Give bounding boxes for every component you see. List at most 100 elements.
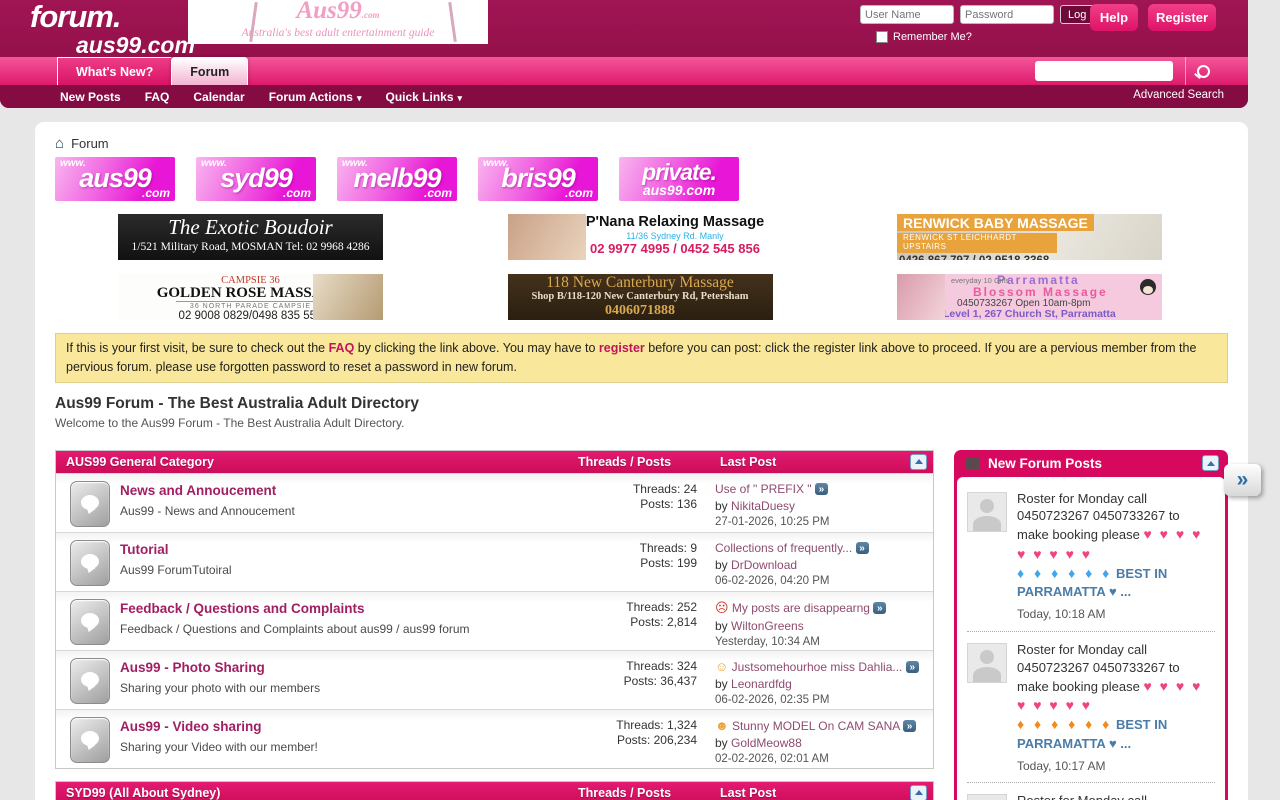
collapse-category-button[interactable]: [910, 454, 927, 470]
breadcrumb-forum-link[interactable]: Forum: [71, 136, 109, 151]
forum-stats: Threads: 324Posts: 36,437: [579, 651, 697, 709]
ad-title: 118 New Canterbury Massage: [508, 274, 773, 291]
forum-title-link[interactable]: Feedback / Questions and Complaints: [120, 601, 365, 616]
column-header-last-post: Last Post: [720, 786, 910, 800]
banner-private-aus99[interactable]: private. aus99.com: [619, 157, 739, 201]
last-post-user-link[interactable]: Leonardfdg: [731, 677, 792, 691]
goto-last-post-icon[interactable]: »: [815, 483, 828, 495]
sidebar-post[interactable]: Roster for Monday call 0450723267 045073…: [967, 783, 1215, 800]
category-syd99: SYD99 (All About Sydney) Threads / Posts…: [55, 781, 934, 800]
tab-whats-new[interactable]: What's New?: [57, 57, 171, 86]
last-post-title-link[interactable]: My posts are disappearng: [732, 601, 870, 615]
ad-title: RENWICK BABY MASSAGE: [897, 214, 1094, 231]
tab-forum[interactable]: Forum: [171, 57, 248, 86]
remember-me-checkbox[interactable]: [876, 31, 888, 43]
collapse-sidebar-button[interactable]: [1202, 455, 1219, 471]
aus99-banner-ad[interactable]: Aus99.com Australia's best adult enterta…: [188, 0, 488, 44]
search-button[interactable]: [1185, 57, 1220, 85]
forum-description: Sharing your photo with our members: [120, 681, 579, 695]
page-title: Aus99 Forum - The Best Australia Adult D…: [55, 395, 1228, 413]
column-header-last-post: Last Post: [720, 455, 910, 469]
by-label: by: [715, 558, 728, 572]
last-post-user-link[interactable]: NikitaDuesy: [731, 499, 795, 513]
site-header: forum. aus99.com Aus99.com Australia's b…: [0, 0, 1248, 108]
forum-description: Feedback / Questions and Complaints abou…: [120, 622, 579, 636]
sidebar-expand-handle[interactable]: »: [1224, 464, 1261, 496]
banner-bris99[interactable]: www. bris99 .com: [478, 157, 598, 201]
post-text: Roster for Monday call 0450723267 045073…: [1017, 793, 1180, 800]
last-post-title-link[interactable]: Justsomehourhoe miss Dahlia...: [732, 660, 903, 674]
chevron-up-icon: [915, 459, 923, 464]
banner-suffix: aus99.com: [619, 182, 739, 198]
ad-address: Level 1, 267 Church St, Parramatta: [943, 309, 1162, 320]
subnav-forum-actions[interactable]: Forum Actions▾: [269, 90, 362, 104]
ad-pnana-massage[interactable]: P'Nana Relaxing Massage 11/36 Sydney Rd.…: [508, 214, 773, 260]
forum-stats: Threads: 9Posts: 199: [579, 533, 697, 591]
ad-address: Shop B/118-120 New Canterbury Rd, Peters…: [508, 291, 773, 303]
ad-title: P'Nana Relaxing Massage: [578, 214, 773, 231]
last-post-user-link[interactable]: DrDownload: [731, 558, 797, 572]
last-post-date: 06-02-2026, 02:35 PM: [715, 694, 927, 706]
subnav-new-posts[interactable]: New Posts: [60, 90, 121, 104]
banner-suffix: .com: [142, 186, 170, 200]
site-logo[interactable]: forum. aus99.com: [30, 1, 195, 57]
forum-icon: [70, 599, 110, 645]
collapse-category-button[interactable]: [910, 785, 927, 800]
register-button[interactable]: Register: [1148, 4, 1216, 31]
forum-stats: Threads: 252Posts: 2,814: [579, 592, 697, 650]
post-time: Today, 10:18 AM: [1017, 606, 1215, 623]
logo-line1: forum.: [30, 1, 195, 32]
by-label: by: [715, 499, 728, 513]
forum-row-tutorial: Tutorial Aus99 ForumTutoiral Threads: 9P…: [56, 532, 933, 591]
sidebar-post[interactable]: Roster for Monday call 0450723267 045073…: [967, 481, 1215, 632]
goto-last-post-icon[interactable]: »: [856, 542, 869, 554]
subnav-calendar[interactable]: Calendar: [193, 90, 244, 104]
ad-phone: 0426 867 797 / 02 9518 3368: [897, 253, 1162, 260]
last-post-date: 02-02-2026, 02:01 AM: [715, 753, 927, 765]
banner-syd99[interactable]: www. syd99 .com: [196, 157, 316, 201]
ad-renwick-massage[interactable]: RENWICK BABY MASSAGE RENWICK ST LEICHHAR…: [897, 214, 1162, 260]
banner-melb99[interactable]: www. melb99 .com: [337, 157, 457, 201]
forum-title-link[interactable]: News and Annoucement: [120, 483, 276, 498]
ad-golden-rose-massage[interactable]: CAMPSIE 36 GOLDEN ROSE MASSAGE 36 NORTH …: [118, 274, 383, 320]
remember-me-label: Remember Me?: [893, 31, 972, 43]
search-input[interactable]: [1035, 61, 1173, 81]
last-post-user-link[interactable]: WiltonGreens: [731, 619, 804, 633]
goto-last-post-icon[interactable]: »: [873, 602, 886, 614]
faq-link[interactable]: FAQ: [329, 341, 355, 355]
main-content: ⌂ Forum www. aus99 .com www. syd99 .com …: [35, 122, 1248, 800]
forum-title-link[interactable]: Aus99 - Video sharing: [120, 719, 262, 734]
banner-suffix: .com: [424, 186, 452, 200]
help-button[interactable]: Help: [1090, 4, 1138, 31]
subnav-quick-links[interactable]: Quick Links▾: [385, 90, 462, 104]
category-title: AUS99 General Category: [66, 455, 578, 469]
password-input[interactable]: [960, 5, 1054, 24]
last-post-date: 27-01-2026, 10:25 PM: [715, 516, 927, 528]
register-link[interactable]: register: [599, 341, 645, 355]
ad-canterbury-massage[interactable]: 118 New Canterbury Massage Shop B/118-12…: [508, 274, 773, 320]
goto-last-post-icon[interactable]: »: [906, 661, 919, 673]
ad-title2: Blossom Massage: [973, 286, 1162, 298]
home-icon[interactable]: ⌂: [55, 136, 64, 151]
banner-suffix: .com: [283, 186, 311, 200]
ad-exotic-boudoir[interactable]: The Exotic Boudoir 1/521 Military Road, …: [118, 214, 383, 260]
forum-title-link[interactable]: Tutorial: [120, 542, 169, 557]
last-post-title-link[interactable]: Use of " PREFIX ": [715, 482, 812, 496]
column-header-threads-posts: Threads / Posts: [578, 786, 720, 800]
banner-aus99[interactable]: www. aus99 .com: [55, 157, 175, 201]
ad-blossom-massage[interactable]: everyday 10 Girls Parramatta Blossom Mas…: [897, 274, 1162, 320]
last-post-title-link[interactable]: Stunny MODEL On CAM SANA: [732, 719, 900, 733]
fire-emoji-row: ♦ ♦ ♦ ♦ ♦ ♦: [1017, 716, 1112, 732]
last-post-title-link[interactable]: Collections of frequently...: [715, 541, 852, 555]
goto-last-post-icon[interactable]: »: [903, 720, 916, 732]
forum-title-link[interactable]: Aus99 - Photo Sharing: [120, 660, 265, 675]
advanced-search-link[interactable]: Advanced Search: [1133, 89, 1224, 101]
subnav-faq[interactable]: FAQ: [145, 90, 170, 104]
sidebar-post[interactable]: Roster for Monday call 0450723267 045073…: [967, 632, 1215, 783]
forum-icon: [70, 540, 110, 586]
username-input[interactable]: [860, 5, 954, 24]
notice-text: If this is your first visit, be sure to …: [66, 341, 329, 355]
avatar: [967, 492, 1007, 532]
last-post-user-link[interactable]: GoldMeow88: [731, 736, 802, 750]
gem-emoji-row: ♦ ♦ ♦ ♦ ♦ ♦: [1017, 565, 1112, 581]
